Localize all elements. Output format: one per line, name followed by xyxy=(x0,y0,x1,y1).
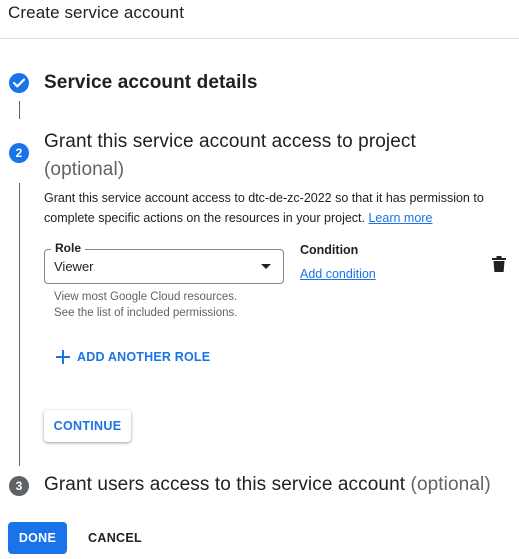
step2-title-text: Grant this service account access to pro… xyxy=(44,131,416,152)
page-title: Create service account xyxy=(8,3,185,22)
step3-badge: 3 xyxy=(9,476,29,496)
step1-check-icon xyxy=(9,73,29,93)
plus-icon xyxy=(56,350,70,364)
step2-optional-label: (optional) xyxy=(44,159,125,180)
add-condition-link[interactable]: Add condition xyxy=(300,267,376,281)
add-another-role-label: ADD ANOTHER ROLE xyxy=(77,350,211,364)
step2-badge: 2 xyxy=(9,143,29,163)
role-value: Viewer xyxy=(54,259,94,274)
role-select[interactable]: Role Viewer xyxy=(44,241,284,284)
role-hint: View most Google Cloud resources. See th… xyxy=(54,289,274,321)
role-hint-line: View most Google Cloud resources. xyxy=(54,291,238,303)
condition-heading: Condition xyxy=(300,243,359,257)
step1-title[interactable]: Service account details xyxy=(44,72,258,94)
role-label: Role xyxy=(51,241,86,255)
continue-button[interactable]: CONTINUE xyxy=(44,410,131,442)
step2-title: Grant this service account access to pro… xyxy=(44,128,484,184)
role-hint-line: See the list of included permissions. xyxy=(54,307,238,319)
done-button[interactable]: DONE xyxy=(8,522,67,554)
step3-title-text: Grant users access to this service accou… xyxy=(44,474,406,495)
header-divider xyxy=(0,38,519,39)
step3-title[interactable]: Grant users access to this service accou… xyxy=(44,474,491,496)
add-another-role-button[interactable]: ADD ANOTHER ROLE xyxy=(56,346,210,368)
step-connector xyxy=(19,183,20,466)
create-service-account-page: Create service account Service account d… xyxy=(0,0,519,559)
cancel-button[interactable]: CANCEL xyxy=(80,522,150,554)
delete-icon[interactable] xyxy=(492,256,506,272)
step3-optional-label: (optional) xyxy=(410,474,491,495)
grant-description: Grant this service account access to dtc… xyxy=(44,188,514,228)
step-connector xyxy=(19,101,20,119)
dropdown-arrow-icon xyxy=(261,264,271,269)
learn-more-link[interactable]: Learn more xyxy=(368,211,432,225)
